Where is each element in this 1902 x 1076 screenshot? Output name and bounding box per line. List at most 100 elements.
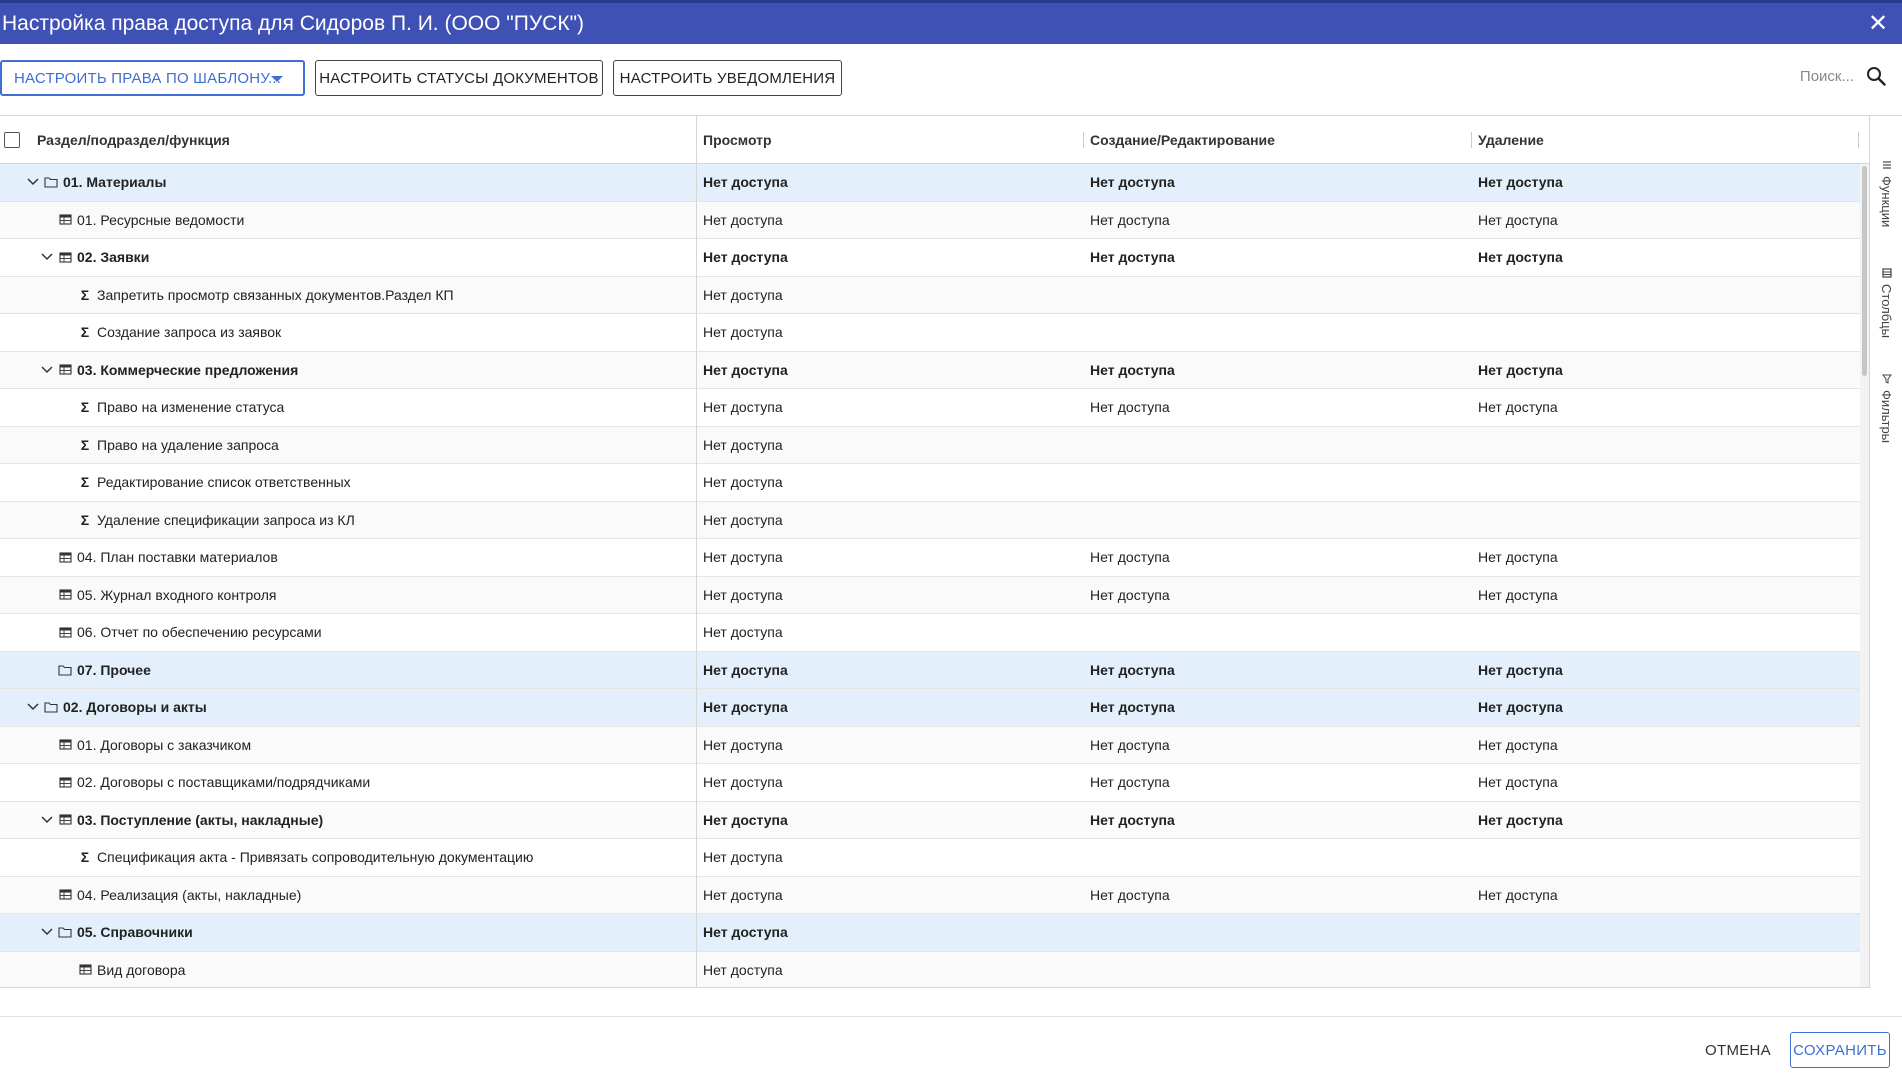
cell-view[interactable]: Нет доступа: [703, 952, 1083, 988]
table-row[interactable]: 03. Коммерческие предложения Нет доступа Н…: [0, 351, 1860, 389]
cell-edit[interactable]: Нет доступа: [1090, 389, 1470, 426]
table-row[interactable]: Σ Право на изменение статуса Нет доступа Не…: [0, 389, 1860, 427]
cell-edit[interactable]: [1090, 914, 1470, 951]
cell-delete[interactable]: Нет доступа: [1478, 727, 1858, 764]
column-header-view[interactable]: Просмотр: [703, 116, 772, 164]
cell-delete[interactable]: Нет доступа: [1478, 389, 1858, 426]
table-row[interactable]: 01. Материалы Нет доступа Нет доступа Нет д…: [0, 164, 1860, 202]
cell-view[interactable]: Нет доступа: [703, 839, 1083, 876]
cell-view[interactable]: Нет доступа: [703, 877, 1083, 914]
cell-delete[interactable]: Нет доступа: [1478, 652, 1858, 689]
table-row[interactable]: Σ Создание запроса из заявок Нет доступа: [0, 314, 1860, 352]
table-row[interactable]: 06. Отчет по обеспечению ресурсами Нет до…: [0, 614, 1860, 652]
cell-view[interactable]: Нет доступа: [703, 539, 1083, 576]
table-row[interactable]: 03. Поступление (акты, накладные) Нет дос…: [0, 801, 1860, 839]
cell-edit[interactable]: Нет доступа: [1090, 352, 1470, 389]
column-header-section[interactable]: Раздел/подраздел/функция: [37, 116, 230, 164]
table-row[interactable]: Σ Редактирование список ответственных Нет …: [0, 464, 1860, 502]
table-row[interactable]: Σ Запретить просмотр связанных документов…: [0, 276, 1860, 314]
cell-edit[interactable]: Нет доступа: [1090, 539, 1470, 576]
search-box[interactable]: Поиск...: [1800, 66, 1886, 86]
cell-edit[interactable]: Нет доступа: [1090, 577, 1470, 614]
chevron-down-icon[interactable]: [40, 813, 54, 827]
cell-edit[interactable]: Нет доступа: [1090, 689, 1470, 726]
cell-edit[interactable]: Нет доступа: [1090, 239, 1470, 276]
cell-edit[interactable]: [1090, 952, 1470, 988]
table-row[interactable]: 02. Договоры с поставщиками/подрядчиками…: [0, 764, 1860, 802]
cell-edit[interactable]: [1090, 464, 1470, 501]
table-row[interactable]: 01. Ресурсные ведомости Нет доступа Нет до…: [0, 201, 1860, 239]
cell-edit[interactable]: Нет доступа: [1090, 727, 1470, 764]
cell-view[interactable]: Нет доступа: [703, 202, 1083, 239]
cell-view[interactable]: Нет доступа: [703, 352, 1083, 389]
cell-delete[interactable]: Нет доступа: [1478, 352, 1858, 389]
cell-delete[interactable]: Нет доступа: [1478, 764, 1858, 801]
save-button[interactable]: СОХРАНИТЬ: [1790, 1032, 1890, 1068]
cell-view[interactable]: Нет доступа: [703, 389, 1083, 426]
chevron-down-icon[interactable]: [26, 175, 40, 189]
cell-edit[interactable]: [1090, 839, 1470, 876]
cell-edit[interactable]: [1090, 614, 1470, 651]
vertical-scrollbar[interactable]: [1860, 164, 1869, 987]
cell-view[interactable]: Нет доступа: [703, 764, 1083, 801]
cell-edit[interactable]: Нет доступа: [1090, 164, 1470, 201]
chevron-down-icon[interactable]: [40, 250, 54, 264]
cell-delete[interactable]: Нет доступа: [1478, 539, 1858, 576]
table-row[interactable]: 05. Журнал входного контроля Нет доступа Н…: [0, 576, 1860, 614]
cell-delete[interactable]: [1478, 427, 1858, 464]
cell-delete[interactable]: Нет доступа: [1478, 202, 1858, 239]
configure-statuses-button[interactable]: НАСТРОИТЬ СТАТУСЫ ДОКУМЕНТОВ: [315, 60, 603, 96]
cell-edit[interactable]: [1090, 502, 1470, 539]
cell-delete[interactable]: [1478, 464, 1858, 501]
configure-notifications-button[interactable]: НАСТРОИТЬ УВЕДОМЛЕНИЯ: [613, 60, 842, 96]
cell-view[interactable]: Нет доступа: [703, 277, 1083, 314]
cell-view[interactable]: Нет доступа: [703, 652, 1083, 689]
table-row[interactable]: 02. Заявки Нет доступа Нет доступа Нет дост…: [0, 239, 1860, 277]
cell-view[interactable]: Нет доступа: [703, 239, 1083, 276]
cell-edit[interactable]: Нет доступа: [1090, 202, 1470, 239]
column-header-delete[interactable]: Удаление: [1478, 116, 1544, 164]
cell-edit[interactable]: Нет доступа: [1090, 802, 1470, 839]
column-separator[interactable]: [1083, 132, 1084, 148]
cell-delete[interactable]: Нет доступа: [1478, 689, 1858, 726]
cell-edit[interactable]: [1090, 427, 1470, 464]
table-row[interactable]: Σ Спецификация акта - Привязать сопроводи…: [0, 839, 1860, 877]
template-rights-dropdown[interactable]: НАСТРОИТЬ ПРАВА ПО ШАБЛОНУ...: [0, 60, 305, 96]
table-row[interactable]: Σ Удаление спецификации запроса из КЛ Нет …: [0, 501, 1860, 539]
chevron-down-icon[interactable]: [26, 700, 40, 714]
cell-delete[interactable]: [1478, 314, 1858, 351]
cell-edit[interactable]: Нет доступа: [1090, 764, 1470, 801]
cell-edit[interactable]: Нет доступа: [1090, 877, 1470, 914]
cell-edit[interactable]: Нет доступа: [1090, 652, 1470, 689]
chevron-down-icon[interactable]: [40, 363, 54, 377]
close-icon[interactable]: ✕: [1866, 12, 1890, 36]
cell-view[interactable]: Нет доступа: [703, 802, 1083, 839]
cell-view[interactable]: Нет доступа: [703, 689, 1083, 726]
column-separator[interactable]: [1858, 132, 1859, 148]
table-row[interactable]: 04. План поставки материалов Нет доступа Н…: [0, 539, 1860, 577]
select-all-checkbox[interactable]: [4, 116, 20, 164]
table-row[interactable]: 05. Справочники Нет доступа: [0, 914, 1860, 952]
table-row[interactable]: 02. Договоры и акты Нет доступа Нет доступ…: [0, 689, 1860, 727]
cell-delete[interactable]: Нет доступа: [1478, 877, 1858, 914]
table-row[interactable]: Σ Право на удаление запроса Нет доступа: [0, 426, 1860, 464]
table-row[interactable]: 07. Прочее Нет доступа Нет доступа Нет дост…: [0, 651, 1860, 689]
tab-filters[interactable]: Фильтры: [1870, 374, 1902, 443]
cell-edit[interactable]: [1090, 277, 1470, 314]
chevron-down-icon[interactable]: [40, 925, 54, 939]
tab-columns[interactable]: Столбцы: [1870, 268, 1902, 338]
scrollbar-thumb[interactable]: [1862, 166, 1867, 376]
cell-delete[interactable]: [1478, 614, 1858, 651]
search-icon[interactable]: [1866, 66, 1886, 86]
cell-view[interactable]: Нет доступа: [703, 427, 1083, 464]
cell-delete[interactable]: Нет доступа: [1478, 802, 1858, 839]
cell-delete[interactable]: [1478, 502, 1858, 539]
cell-view[interactable]: Нет доступа: [703, 164, 1083, 201]
cell-delete[interactable]: [1478, 839, 1858, 876]
tab-functions[interactable]: Функции: [1870, 160, 1902, 227]
cell-view[interactable]: Нет доступа: [703, 464, 1083, 501]
column-header-edit[interactable]: Создание/Редактирование: [1090, 116, 1275, 164]
cell-view[interactable]: Нет доступа: [703, 914, 1083, 951]
cancel-button[interactable]: ОТМЕНА: [1700, 1032, 1776, 1068]
cell-delete[interactable]: Нет доступа: [1478, 164, 1858, 201]
